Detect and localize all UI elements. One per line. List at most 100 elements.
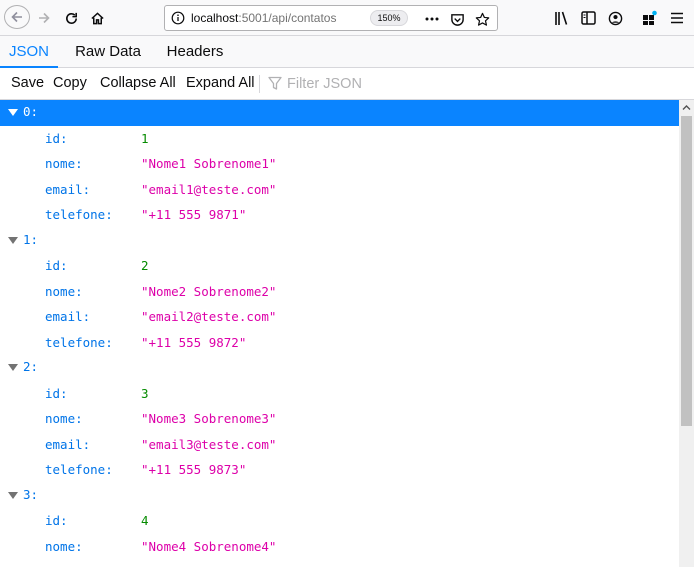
property-value-string: "Nome3 Sobrenome3" — [141, 411, 277, 426]
tree-row-object-3[interactable]: 3: — [0, 483, 679, 509]
tree-row[interactable]: nome: "Nome2 Sobrenome2" — [0, 279, 679, 305]
filter-icon — [268, 76, 282, 90]
extension-icon — [643, 10, 657, 25]
sidebar-icon — [580, 11, 596, 25]
menu-button[interactable] — [667, 8, 687, 28]
property-value-string: "+11 555 9872" — [141, 334, 247, 350]
property-value-string: "Nome4 Sobrenome4" — [141, 538, 277, 554]
property-key: nome: — [45, 283, 83, 299]
collapse-all-button[interactable]: Collapse All — [100, 68, 176, 99]
property-key: id: — [45, 513, 68, 528]
vertical-scrollbar[interactable] — [679, 100, 694, 567]
tree-row[interactable]: telefone: "+11 555 9872" — [0, 330, 679, 356]
pocket-button[interactable] — [448, 10, 466, 28]
property-key: nome: — [45, 156, 83, 171]
property-key: telefone: — [45, 334, 113, 350]
library-icon — [555, 11, 568, 25]
expand-toggle-icon[interactable] — [8, 364, 18, 371]
filter-json-input[interactable] — [287, 73, 487, 95]
expand-all-button[interactable]: Expand All — [186, 68, 255, 99]
property-key: nome: — [45, 538, 83, 554]
zoom-level-badge[interactable]: 150% — [370, 10, 408, 26]
url-text[interactable]: localhost:5001/api/contatos — [191, 11, 336, 25]
pocket-icon — [450, 13, 464, 26]
property-value-string: "+11 555 9871" — [141, 207, 247, 222]
property-value-string: "email1@teste.com" — [141, 181, 277, 197]
more-dots-icon — [425, 17, 439, 21]
property-value-string: "Nome2 Sobrenome2" — [141, 283, 277, 299]
save-button[interactable]: Save — [11, 68, 44, 99]
account-icon — [608, 11, 622, 25]
reload-icon — [65, 12, 77, 24]
sidebar-button[interactable] — [578, 8, 598, 28]
scrollbar-thumb[interactable] — [681, 116, 692, 426]
home-button[interactable] — [86, 4, 108, 32]
json-toolbar: Save Copy Collapse All Expand All — [0, 68, 694, 100]
url-host: localhost — [191, 11, 239, 25]
property-value-string: "Nome1 Sobrenome1" — [141, 156, 277, 171]
tree-row-object-2[interactable]: 2: — [0, 355, 679, 381]
json-viewer-tabs: JSON Raw Data Headers — [0, 36, 694, 68]
tree-row[interactable]: nome: "Nome4 Sobrenome4" — [0, 534, 679, 560]
tree-row[interactable]: id: 1 — [0, 126, 679, 152]
scroll-up-button[interactable] — [679, 100, 694, 115]
info-icon[interactable] — [171, 11, 185, 25]
tree-row[interactable]: email: "email2@teste.com" — [0, 304, 679, 330]
tree-row[interactable]: nome: "Nome3 Sobrenome3" — [0, 406, 679, 432]
arrow-right-icon — [39, 12, 50, 24]
property-value-string: "email3@teste.com" — [141, 436, 277, 452]
property-value-number: 3 — [141, 385, 149, 401]
property-value-string: "email2@teste.com" — [141, 309, 277, 324]
expand-toggle-icon[interactable] — [8, 491, 18, 499]
page-actions-button[interactable] — [423, 10, 441, 28]
property-key: email: — [45, 436, 91, 452]
back-button[interactable] — [4, 5, 30, 29]
property-key: id: — [45, 130, 68, 146]
extensions-button[interactable] — [640, 8, 660, 28]
property-value-string: "+11 555 9873" — [141, 462, 247, 477]
home-icon — [90, 11, 104, 24]
hamburger-menu-icon — [671, 12, 683, 24]
object-index: 0: — [23, 104, 39, 119]
tree-row[interactable]: nome: "Nome1 Sobrenome1" — [0, 151, 679, 177]
property-key: nome: — [45, 411, 83, 426]
property-value-number: 4 — [141, 513, 149, 528]
url-bar[interactable]: localhost:5001/api/contatos 150% — [164, 5, 498, 31]
reload-button[interactable] — [60, 4, 82, 32]
tree-row[interactable]: email: "email3@teste.com" — [0, 432, 679, 458]
arrow-left-icon — [11, 11, 22, 23]
json-tree: 0: id: 1 nome: "Nome1 Sobrenome1" email:… — [0, 100, 679, 567]
property-key: email: — [45, 309, 91, 324]
property-key: telefone: — [45, 207, 113, 222]
property-key: id: — [45, 258, 68, 273]
tree-row[interactable]: telefone: "+11 555 9871" — [0, 202, 679, 228]
expand-toggle-icon[interactable] — [8, 109, 18, 116]
star-icon — [475, 12, 489, 26]
tab-json[interactable]: JSON — [0, 36, 58, 68]
bookmark-button[interactable] — [473, 10, 491, 28]
property-key: email: — [45, 181, 91, 197]
library-button[interactable] — [552, 8, 572, 28]
account-button[interactable] — [605, 8, 625, 28]
tree-row-object-1[interactable]: 1: — [0, 228, 679, 254]
tree-row[interactable]: id: 4 — [0, 508, 679, 534]
copy-button[interactable]: Copy — [53, 68, 87, 99]
forward-button[interactable] — [33, 4, 55, 32]
tree-row[interactable]: id: 3 — [0, 381, 679, 407]
expand-toggle-icon[interactable] — [8, 236, 18, 244]
property-value-number: 2 — [141, 258, 149, 273]
url-path: :5001/api/contatos — [238, 11, 337, 25]
tree-row-object-0[interactable]: 0: — [0, 100, 679, 126]
tab-headers[interactable]: Headers — [160, 36, 230, 67]
tab-raw-data[interactable]: Raw Data — [70, 36, 146, 67]
object-index: 1: — [23, 231, 39, 247]
tree-row[interactable]: telefone: "+11 555 9873" — [0, 457, 679, 483]
property-key: telefone: — [45, 462, 113, 477]
tree-row[interactable]: id: 2 — [0, 253, 679, 279]
property-key: id: — [45, 385, 68, 401]
property-value-number: 1 — [141, 130, 149, 146]
toolbar-divider — [259, 75, 260, 93]
chevron-up-icon — [682, 105, 691, 110]
tree-row[interactable]: email: "email1@teste.com" — [0, 177, 679, 203]
object-index: 3: — [23, 486, 39, 502]
